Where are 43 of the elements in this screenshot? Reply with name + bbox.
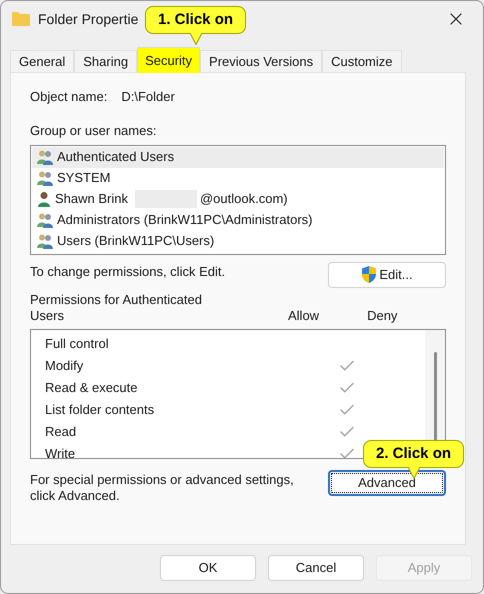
users-icon — [36, 170, 54, 186]
group-list-item[interactable]: Shawn Brink @outlook.com) — [32, 188, 444, 210]
permission-name: List folder contents — [45, 400, 156, 419]
edit-button[interactable]: Edit... — [328, 262, 446, 288]
permission-name: Read & execute — [45, 378, 139, 397]
users-icon — [36, 149, 54, 165]
deny-header: Deny — [367, 308, 398, 324]
callout-pointer — [406, 467, 421, 479]
allow-header: Allow — [288, 308, 320, 324]
users-icon — [36, 212, 54, 228]
dialog-button[interactable]: Cancel — [268, 555, 364, 581]
user-icon — [36, 191, 52, 207]
group-list-item[interactable]: Users (BrinkW11PC\Users) — [32, 230, 444, 252]
users-icon — [36, 233, 54, 249]
group-list-item[interactable]: Administrators (BrinkW11PC\Administrators) — [32, 210, 444, 230]
group-list-item[interactable]: SYSTEM — [32, 168, 444, 188]
object-name-value: D:\Folder — [121, 88, 175, 106]
group-name: SYSTEM — [57, 169, 110, 188]
dialog-button[interactable]: OK — [160, 555, 256, 581]
tab[interactable]: Customize — [322, 50, 402, 72]
tab[interactable]: Security — [137, 47, 200, 73]
permission-name: Read — [45, 422, 78, 441]
advanced-hint: For special permissions or advanced settings, click Advanced. — [30, 472, 295, 504]
callout-pointer — [188, 33, 203, 45]
group-list-item[interactable]: Authenticated Users — [32, 146, 444, 168]
permissions-label: Permissions for Authenticated Users — [30, 292, 203, 324]
permission-name: Modify — [45, 356, 84, 375]
group-name: Users (BrinkW11PC\Users) — [57, 232, 214, 250]
edit-hint: To change permissions, click Edit. — [30, 262, 226, 281]
tab[interactable]: Previous Versions — [200, 50, 322, 72]
folder-icon — [12, 12, 30, 26]
tab[interactable]: General — [10, 50, 74, 72]
email-suffix: @outlook.com) — [200, 190, 288, 208]
group-name: Authenticated Users — [57, 148, 174, 166]
group-name: Administrators (BrinkW11PC\Administrators) — [57, 211, 312, 230]
group-list-label: Group or user names: — [30, 122, 158, 140]
object-name-label: Object name: — [30, 88, 108, 106]
shield-icon — [361, 266, 378, 283]
tab[interactable]: Sharing — [74, 50, 138, 72]
group-name: Shawn Brink — [55, 190, 128, 208]
window-title: Folder Propertie — [38, 10, 138, 29]
permission-name: Full control — [45, 334, 110, 353]
advanced-button[interactable]: Advanced — [328, 470, 446, 496]
